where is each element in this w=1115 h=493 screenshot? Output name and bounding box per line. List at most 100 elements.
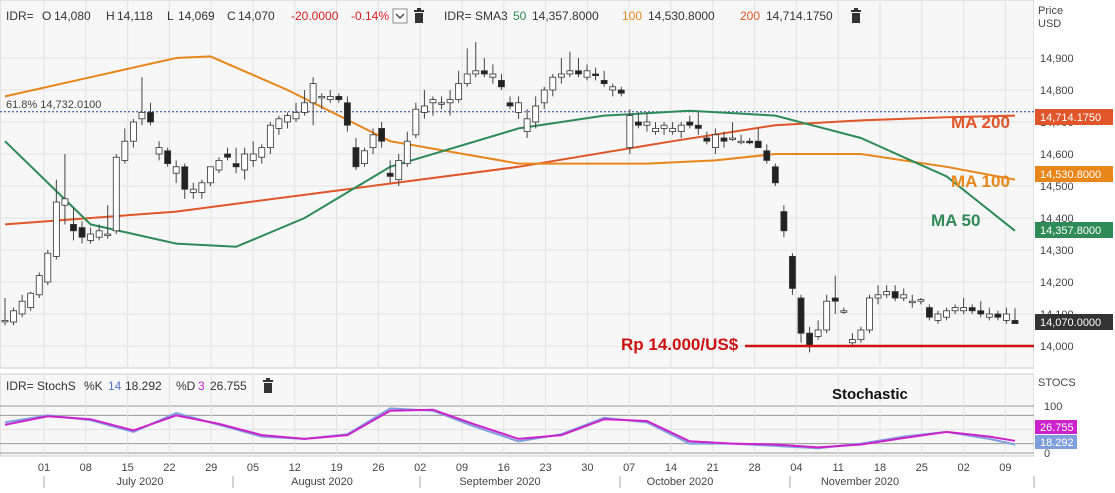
candle-body [198,182,206,193]
price-tick-label: 14,900 [1040,53,1074,65]
price-chart: IDR= O 14,080 H 14,118 L 14,069 C 14,070… [0,0,1115,488]
candle-body [532,105,540,123]
candle-body [891,291,899,299]
close-label: C [227,9,236,23]
open-label: O [42,9,51,23]
month-label: September 2020 [459,476,540,488]
sma100-value: 14,530.8000 [648,9,715,23]
candle-body [292,112,300,120]
candle-body [917,299,925,302]
candle-body [343,102,351,126]
candle-body [224,153,231,158]
candle-body [729,137,736,140]
candle-body [369,134,377,149]
candle-body [549,76,557,91]
candle-body [284,115,291,123]
candle-body [737,140,745,144]
candle-body [421,105,428,113]
candle-body [977,310,985,315]
candle-body [129,121,137,142]
candle-body [523,118,531,133]
candle-body [52,201,60,257]
x-tick-label: 07 [623,462,635,474]
candle-body [121,140,129,161]
candle-body [455,83,463,100]
candle-body [480,70,488,75]
ma50-annotation: MA 50 [931,211,980,230]
stochastic-annotation: Stochastic [832,386,908,403]
candle-body [643,121,651,126]
candle-body [378,127,386,142]
x-tick-label: 26 [372,462,384,474]
candle-body [660,124,668,129]
candle-body [249,153,257,161]
price-panel [0,0,1035,369]
x-tick-label: 29 [205,462,217,474]
x-tick-label: 22 [163,462,175,474]
change-value: -20.0000 [291,9,339,23]
candle-body [472,70,480,75]
x-tick-label: 16 [498,462,510,474]
candle-body [720,137,728,142]
x-tick-label: 02 [414,462,426,474]
price-tick-label: 14,000 [1040,341,1074,353]
candle-body [677,124,685,132]
candle-body [686,121,694,126]
candle-body [506,102,514,107]
open-value: 14,080 [54,9,91,23]
ma200-tag-value: 14,714.1750 [1040,112,1101,124]
candle-body [823,300,831,331]
candle-body [352,147,360,168]
candle-body [540,89,548,104]
support-annotation: Rp 14.000/US$ [621,335,739,354]
candle-body [147,112,154,123]
trash-icon[interactable] [263,378,273,393]
candle-body [395,159,403,180]
candle-body [44,252,52,283]
x-tick-label: 28 [748,462,760,474]
stoch-k-tag-value: 18.292 [1040,437,1074,449]
candle-body [866,297,873,331]
candle-body [258,147,266,158]
candle-body [951,307,959,312]
candle-body [848,339,856,344]
k-value: 18.292 [125,379,162,393]
candle-body [575,70,582,75]
candle-body [857,329,865,341]
trash-icon[interactable] [414,8,424,23]
change-pct: -0.14% [351,9,389,23]
candle-body [771,166,779,184]
x-tick-label: 15 [121,462,133,474]
candle-body [326,96,334,101]
ma50-tag-value: 14,357.8000 [1040,225,1101,237]
month-label: July 2020 [116,476,163,488]
x-axis: 01 08 15 22 29 05 12 19 26 02 09 16 23 30 07 14 21 28 04 11… [38,462,1035,488]
price-tick-label: 14,800 [1040,85,1074,97]
chevron-down-icon[interactable] [392,8,408,24]
stoch-tick-label: 100 [1044,401,1062,413]
x-tick-label: 30 [581,462,593,474]
candle-body [634,121,642,126]
candle-body [712,134,719,149]
x-tick-label: 05 [247,462,259,474]
candle-body [70,223,77,232]
candle-body [600,80,608,85]
x-tick-label: 14 [665,462,677,474]
candle-body [309,83,317,104]
candle-body [232,163,240,168]
x-tick-label: 09 [456,462,468,474]
month-label: November 2020 [821,476,899,488]
high-label: H [106,9,115,23]
trash-icon[interactable] [851,8,861,23]
candle-body [104,233,112,236]
month-label: October 2020 [647,476,714,488]
x-tick-label: 21 [707,462,719,474]
sma50-period: 50 [513,9,527,23]
candle-body [746,140,754,144]
candle-body [814,329,822,337]
candle-body [592,73,599,77]
candle-body [908,300,916,304]
candle-body [181,166,189,190]
price-tick-label: 14,500 [1040,181,1074,193]
candle-body [617,89,625,94]
